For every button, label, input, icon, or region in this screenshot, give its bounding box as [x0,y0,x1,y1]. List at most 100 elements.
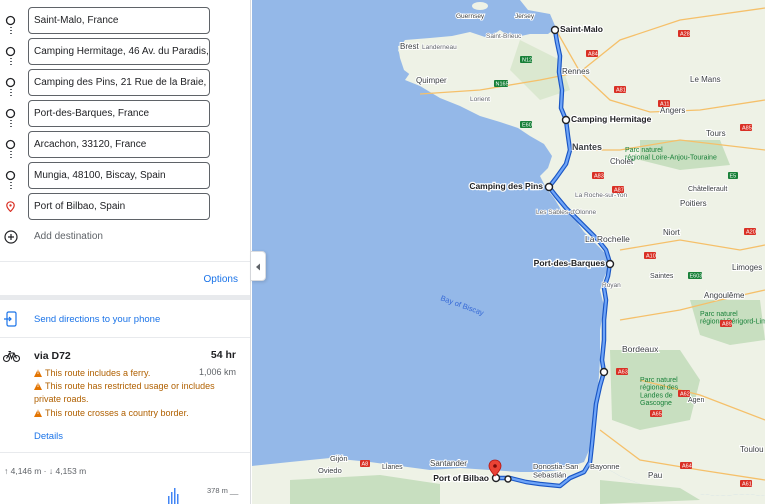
stop-row-4: Port-des-Barques, France [0,100,250,127]
warning-icon [34,409,42,417]
elevation-summary: ↑ 4,146 m · ↓ 4,153 m [4,466,87,476]
stop-row-3: Camping des Pins, 21 Rue de la Braie, 85 [0,69,250,96]
divider [0,337,250,338]
road-a63: A63 [618,370,628,376]
send-directions-button[interactable]: Send directions to your phone [0,309,250,331]
directions-panel: Saint-Malo, France Camping Hermitage, 46… [0,0,251,504]
map-canvas[interactable]: Saint-Malo Camping Hermitage Camping des… [252,0,765,504]
waypoint-port-des-barques[interactable] [605,259,615,269]
label-pau: Pau [648,471,662,480]
label-port-of-bilbao: Port of Bilbao [433,473,489,483]
stop-connector [10,182,12,191]
warning-icon [34,382,42,390]
waypoint-camping-des-pins[interactable] [544,182,554,192]
divider [0,261,250,262]
road-n12: N12 [522,58,532,64]
elevation-chart [168,488,179,504]
label-quimper: Quimper [416,76,447,85]
options-button[interactable]: Options [204,274,238,285]
label-landerneau: Landerneau [422,44,457,51]
bicycle-icon [3,350,20,363]
waypoint-saint-malo[interactable] [550,25,560,35]
road-a20: A20 [746,230,756,236]
label-santander: Santander [430,459,467,468]
road-a8: A8 [362,462,369,468]
label-angouleme: Angoulême [704,291,745,300]
label-port-des-barques: Port-des-Barques [534,258,606,268]
route-option[interactable]: via D72 54 hr 1,006 km This route includ… [0,347,250,447]
stop-connector [10,89,12,98]
road-e60: E60 [522,123,532,129]
stop-input-1[interactable]: Saint-Malo, France [28,7,210,34]
add-circle-icon [4,230,18,244]
road-a65: A65 [652,412,662,418]
stop-row-6: Mungia, 48100, Biscay, Spain [0,162,250,189]
road-a87: A87 [614,188,624,194]
label-chatellerault: Châtellerault [688,186,727,193]
label-rennes: Rennes [562,67,590,76]
waypoint-mungia[interactable] [504,475,512,483]
road-a28: A28 [680,32,690,38]
stop-connector [10,151,12,160]
road-a62: A62 [680,392,690,398]
label-guernsey: Guernsey [456,13,485,20]
stop-circle-icon [5,46,16,57]
stop-input-5[interactable]: Arcachon, 33120, France [28,131,210,158]
label-poitiers: Poitiers [680,199,707,208]
label-brest: Brest [400,42,419,51]
chevron-left-icon [256,263,260,271]
label-camping-des-pins: Camping des Pins [469,181,543,191]
stop-input-6[interactable]: Mungia, 48100, Biscay, Spain [28,162,210,189]
road-a85: A85 [742,126,752,132]
label-bordeaux: Bordeaux [622,344,659,354]
route-warning-ferry: This route includes a ferry. [34,367,224,380]
route-via: via D72 [34,350,71,362]
stop-row-1: Saint-Malo, France [0,7,250,34]
road-a81: A81 [616,88,626,94]
label-la-rochelle: La Rochelle [585,234,630,244]
add-destination-button[interactable]: Add destination [0,228,250,248]
label-les-sables: Les Sables-d'Olonne [536,209,597,216]
warning-text: This route includes a ferry. [45,368,151,378]
label-niort: Niort [663,228,681,237]
road-a61: A61 [742,482,752,488]
road-a11: A11 [660,102,669,108]
stop-circle-icon [5,170,16,181]
warning-text: This route has restricted usage or inclu… [34,381,215,404]
island [472,2,488,10]
stop-connector [10,120,12,129]
waypoint-arcachon[interactable] [599,367,609,377]
stop-input-4[interactable]: Port-des-Barques, France [28,100,210,127]
stop-circle-icon [5,77,16,88]
stop-circle-icon [5,108,16,119]
stop-input-2[interactable]: Camping Hermitage, 46 Av. du Paradis, 4 [28,38,210,65]
label-bayonne: Bayonne [590,462,620,471]
road-a89: A89 [722,322,732,328]
stop-input-7[interactable]: Port of Bilbao, Spain [28,193,210,220]
road-e5: E5 [730,174,737,180]
label-saint-malo: Saint-Malo [560,24,603,34]
details-link[interactable]: Details [34,431,63,442]
label-nantes: Nantes [572,142,602,152]
label-tours: Tours [706,129,726,138]
stop-input-3[interactable]: Camping des Pins, 21 Rue de la Braie, 85 [28,69,210,96]
road-a10: A10 [646,254,656,260]
label-agen: Agen [688,397,704,404]
label-le-mans: Le Mans [690,75,721,84]
warning-icon [34,369,42,377]
label-oviedo: Oviedo [318,466,342,475]
road-n165: N165 [496,82,509,88]
label-limoges: Limoges [732,263,762,272]
elevation-max: 378 m __ [207,486,239,495]
stop-row-7: Port of Bilbao, Spain [0,193,250,220]
add-destination-label: Add destination [34,231,103,242]
waypoint-camping-hermitage[interactable] [561,115,571,125]
collapse-panel-button[interactable] [251,251,266,281]
label-toulouse: Toulou [740,445,764,454]
route-warning-border: This route crosses a country border. [34,407,224,420]
road-e603: E603 [690,274,703,280]
section-divider [0,295,250,300]
map-view[interactable]: Saint-Malo Camping Hermitage Camping des… [252,0,765,504]
road-a83: A83 [594,174,604,180]
label-gijon: Gijón [330,454,348,463]
